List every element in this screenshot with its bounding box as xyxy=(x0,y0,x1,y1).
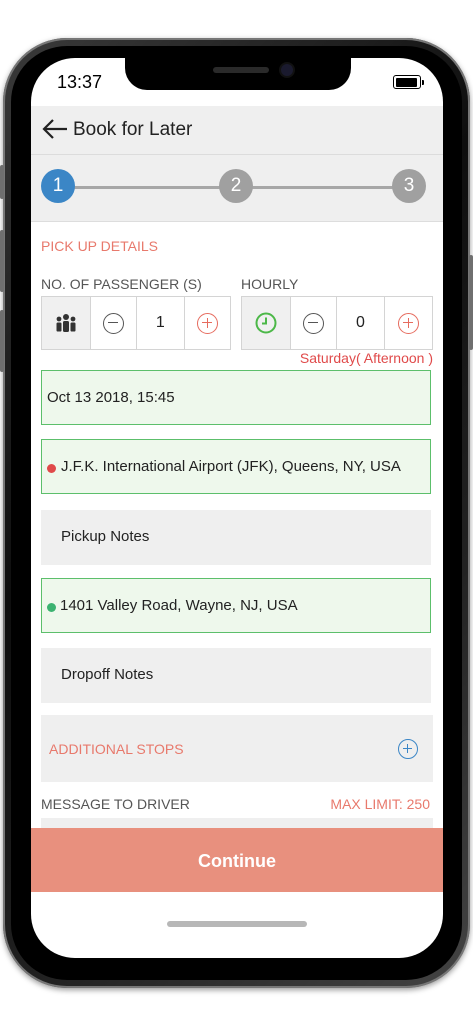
datetime-value: Oct 13 2018, 15:45 xyxy=(47,389,175,406)
status-time: 13:37 xyxy=(57,72,103,92)
hourly-decrement-button[interactable] xyxy=(291,297,337,349)
passenger-count-field[interactable]: 1 xyxy=(137,297,186,349)
add-stop-plus-icon[interactable] xyxy=(398,739,418,759)
pickup-location-field[interactable]: J.F.K. International Airport (JFK), Quee… xyxy=(41,439,431,494)
plus-icon xyxy=(398,312,420,334)
minus-icon xyxy=(102,312,124,334)
hourly-label: HOURLY xyxy=(241,276,299,292)
hourly-count: 0 xyxy=(355,314,365,331)
back-arrow-icon[interactable] xyxy=(41,117,69,141)
dropoff-notes-placeholder: Dropoff Notes xyxy=(61,666,154,683)
hourly-increment-button[interactable] xyxy=(385,297,432,349)
pickup-location: J.F.K. International Airport (JFK), Quee… xyxy=(61,458,401,475)
passenger-stepper: 1 xyxy=(41,296,231,350)
passenger-increment-button[interactable] xyxy=(185,297,230,349)
app-header: Book for Later xyxy=(31,106,443,155)
phone-side-button-right xyxy=(469,255,473,350)
passenger-icon-cell xyxy=(42,297,91,349)
group-people-icon xyxy=(56,314,76,332)
pickup-notes-field[interactable]: Pickup Notes xyxy=(41,510,431,565)
clock-icon xyxy=(255,312,277,334)
pickup-notes-placeholder: Pickup Notes xyxy=(61,528,150,545)
page-title: Book for Later xyxy=(73,119,193,140)
phone-side-button-left-3 xyxy=(0,310,4,372)
battery-icon xyxy=(393,75,424,89)
max-limit-label: MAX LIMIT: 250 xyxy=(330,796,430,812)
phone-notch xyxy=(125,58,351,90)
day-hint: Saturday( Afternoon ) xyxy=(299,350,433,366)
step-1: 1 xyxy=(41,169,75,203)
hourly-count-field[interactable]: 0 xyxy=(337,297,386,349)
hourly-stepper: 0 xyxy=(241,296,433,350)
hourly-icon-cell xyxy=(242,297,291,349)
passenger-decrement-button[interactable] xyxy=(91,297,137,349)
dropoff-notes-field[interactable]: Dropoff Notes xyxy=(41,648,431,703)
additional-stops-label: ADDITIONAL STOPS xyxy=(49,741,184,757)
home-indicator xyxy=(167,921,307,927)
passenger-count: 1 xyxy=(155,314,165,331)
passenger-label: NO. OF PASSENGER (S) xyxy=(41,276,202,292)
message-label: MESSAGE TO DRIVER xyxy=(41,796,190,812)
front-camera xyxy=(281,64,293,76)
continue-button[interactable]: Continue xyxy=(31,828,443,892)
dropoff-location-field[interactable]: 1401 Valley Road, Wayne, NJ, USA xyxy=(41,578,431,633)
step-connector xyxy=(71,186,229,189)
additional-stops-row[interactable]: ADDITIONAL STOPS xyxy=(41,715,433,782)
pickup-dot-icon xyxy=(47,464,56,473)
minus-icon xyxy=(302,312,324,334)
dropoff-dot-icon xyxy=(47,603,56,612)
speaker-grille xyxy=(213,67,269,73)
step-3: 3 xyxy=(392,169,426,203)
section-title: PICK UP DETAILS xyxy=(41,238,158,254)
progress-stepper: 1 2 3 xyxy=(31,155,443,222)
app-screen: 13:37 Book for Later 1 2 3 PICK UP DETAI… xyxy=(31,58,443,958)
datetime-field[interactable]: Oct 13 2018, 15:45 xyxy=(41,370,431,425)
dropoff-location: 1401 Valley Road, Wayne, NJ, USA xyxy=(60,597,298,614)
step-2: 2 xyxy=(219,169,253,203)
phone-side-button-left-2 xyxy=(0,230,4,292)
phone-side-button-left-1 xyxy=(0,165,4,199)
plus-icon xyxy=(197,312,219,334)
step-connector xyxy=(249,186,409,189)
